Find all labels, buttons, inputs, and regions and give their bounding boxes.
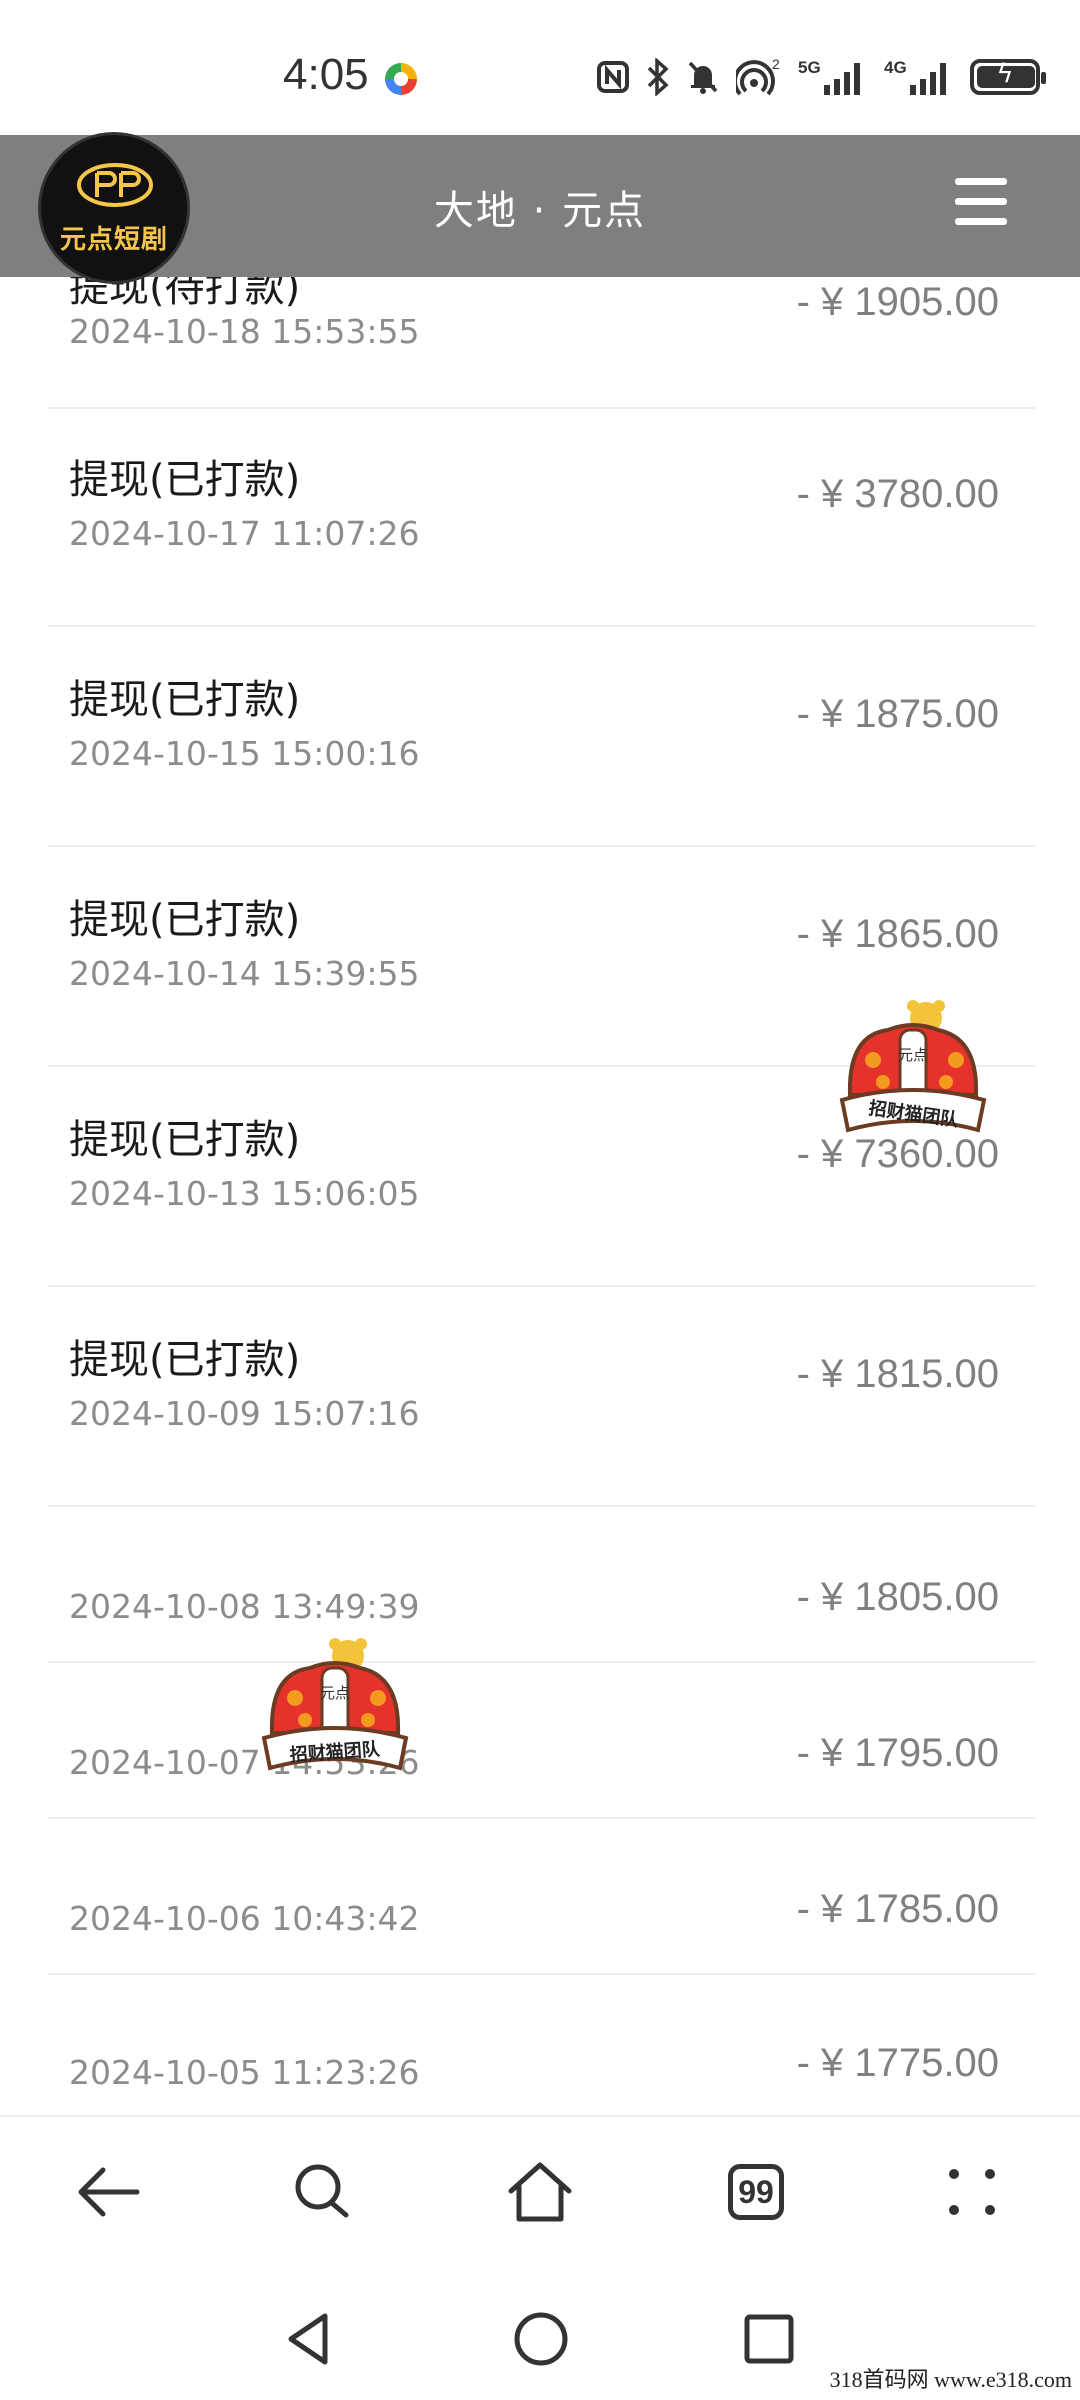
sticker-crown-text: 元点	[320, 1684, 350, 1702]
more-dots-icon	[949, 2169, 995, 2215]
transaction-title: 提现(已打款)	[69, 457, 301, 503]
transaction-amount: - ¥ 1815.00	[796, 1352, 999, 1396]
transaction-title: 提现(已打款)	[69, 897, 301, 943]
transaction-amount: - ¥ 1785.00	[796, 1887, 999, 1931]
status-time: 4:05	[283, 50, 369, 99]
list-item[interactable]: 2024-10-07 14:53:26 - ¥ 1795.00	[48, 1663, 1036, 1819]
transaction-amount: - ¥ 3780.00	[796, 472, 999, 516]
list-item[interactable]: 提现(已打款) 2024-10-09 15:07:16 - ¥ 1815.00	[48, 1287, 1036, 1507]
hotspot-icon: 2	[736, 55, 782, 99]
nav-home-icon[interactable]	[512, 2310, 570, 2368]
transaction-title: 提现(已打款)	[69, 677, 301, 723]
transaction-list[interactable]: 提现(待打款) 2024-10-18 15:53:55 - ¥ 1905.00 …	[0, 277, 1080, 2115]
status-bar: 4:05 2 5G 4G ϟ	[0, 0, 1080, 135]
nav-recents-icon[interactable]	[742, 2312, 796, 2366]
list-item[interactable]: 2024-10-08 13:49:39 - ¥ 1805.00	[48, 1507, 1036, 1663]
list-item[interactable]: 提现(已打款) 2024-10-15 15:00:16 - ¥ 1875.00	[48, 627, 1036, 847]
nfc-icon	[596, 55, 630, 99]
back-button[interactable]	[68, 2152, 148, 2232]
tab-count: 99	[728, 2164, 784, 2220]
transaction-date: 2024-10-06 10:43:42	[69, 1899, 420, 1938]
bluetooth-icon	[646, 55, 670, 99]
sticker-crown-text: 元点	[898, 1046, 928, 1064]
lucky-cat-crown-sticker: 元点 招财猫团队	[261, 1638, 409, 1771]
transaction-date: 2024-10-15 15:00:16	[69, 734, 420, 773]
transaction-title: 提现(已打款)	[69, 1337, 301, 1383]
list-item[interactable]: 2024-10-06 10:43:42 - ¥ 1785.00	[48, 1819, 1036, 1975]
transaction-amount: - ¥ 1875.00	[796, 692, 999, 736]
back-arrow-icon	[78, 2167, 140, 2217]
logo-emblem-icon	[77, 163, 153, 207]
transaction-date: 2024-10-05 11:23:26	[69, 2053, 420, 2092]
transaction-amount: - ¥ 1905.00	[796, 280, 999, 324]
hotspot-badge: 2	[772, 57, 780, 72]
transaction-date: 2024-10-13 15:06:05	[69, 1174, 420, 1213]
app-notification-icon	[385, 63, 417, 95]
list-item[interactable]: 2024-10-05 11:23:26 - ¥ 1775.00	[48, 1975, 1036, 2115]
browser-toolbar: 99	[0, 2115, 1080, 2287]
signal-4g-label: 4G	[884, 58, 907, 77]
signal-5g-icon: 5G	[798, 55, 868, 99]
list-item[interactable]: 提现(已打款) 2024-10-17 11:07:26 - ¥ 3780.00	[48, 407, 1036, 627]
search-icon	[295, 2164, 349, 2218]
home-button[interactable]	[500, 2152, 580, 2232]
transaction-amount: - ¥ 1865.00	[796, 912, 999, 956]
signal-4g-icon: 4G	[884, 55, 954, 99]
battery-icon: ϟ	[970, 55, 1046, 99]
lucky-cat-crown-sticker: 元点 招财猫团队	[839, 1000, 987, 1133]
signal-5g-label: 5G	[798, 58, 821, 77]
transaction-amount: - ¥ 1795.00	[796, 1731, 999, 1775]
search-button[interactable]	[283, 2152, 363, 2232]
transaction-title: 提现(已打款)	[69, 1117, 301, 1163]
transaction-amount: - ¥ 1775.00	[796, 2041, 999, 2085]
site-watermark: 318首码网 www.e318.com	[829, 2367, 1072, 2392]
bell-muted-icon	[686, 55, 720, 99]
list-item[interactable]: 提现(待打款) 2024-10-18 15:53:55 - ¥ 1905.00	[48, 277, 1036, 409]
tabs-button[interactable]: 99	[716, 2152, 796, 2232]
transaction-date: 2024-10-18 15:53:55	[69, 312, 420, 351]
transaction-date: 2024-10-14 15:39:55	[69, 954, 420, 993]
transaction-date: 2024-10-17 11:07:26	[69, 514, 420, 553]
transaction-amount: - ¥ 1805.00	[796, 1575, 999, 1619]
system-navigation-bar: 318首码网 www.e318.com	[0, 2285, 1080, 2400]
logo-text: 元点短剧	[59, 225, 168, 255]
nav-back-icon[interactable]	[283, 2310, 333, 2368]
more-button[interactable]	[932, 2152, 1012, 2232]
transaction-date: 2024-10-09 15:07:16	[69, 1394, 420, 1433]
status-icons: 2 5G 4G ϟ	[596, 55, 1046, 99]
menu-icon[interactable]	[955, 178, 1007, 226]
transaction-date: 2024-10-08 13:49:39	[69, 1587, 420, 1626]
charging-icon: ϟ	[996, 59, 1014, 89]
home-icon	[508, 2162, 572, 2222]
brand-logo[interactable]: 元点短剧	[38, 132, 190, 284]
